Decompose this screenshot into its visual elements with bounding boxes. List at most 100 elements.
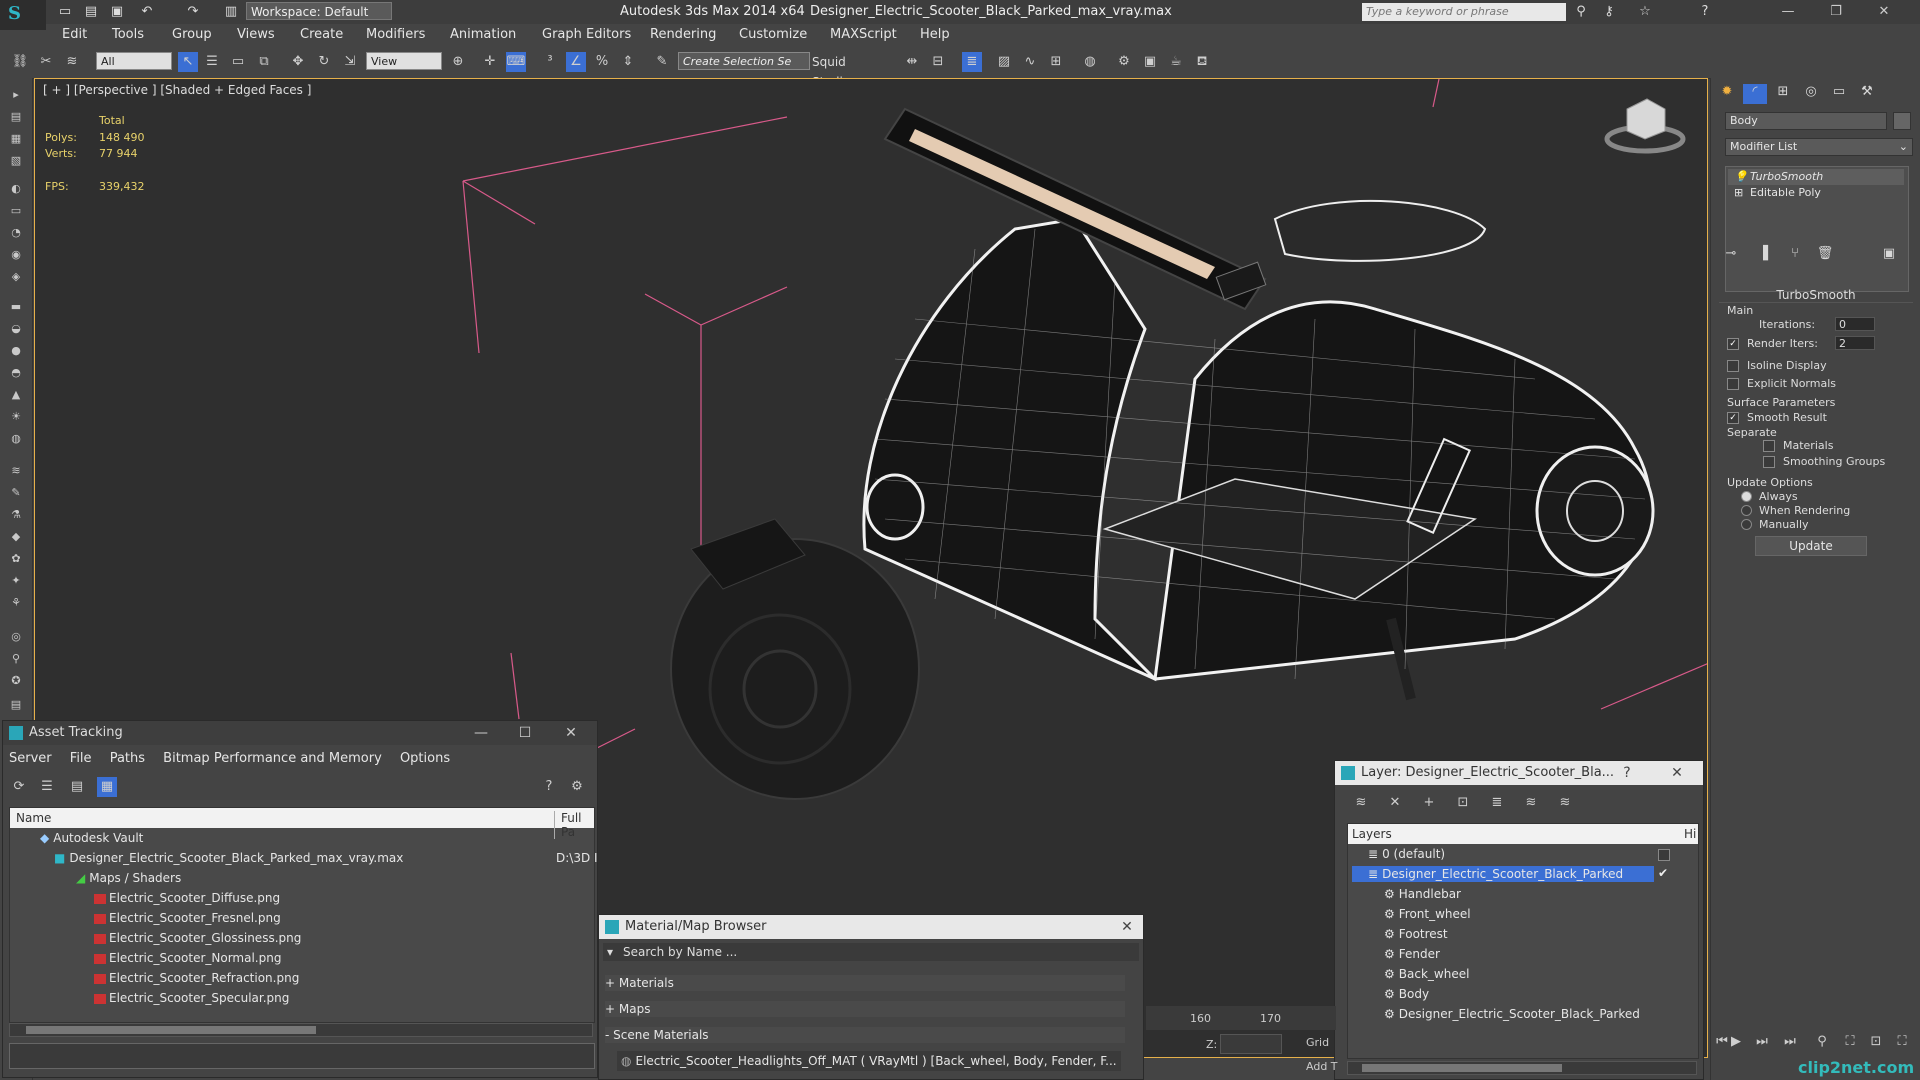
layer-object-row[interactable]: ⚙ Footrest xyxy=(1384,926,1448,942)
strip-icon-4[interactable]: ▧ xyxy=(8,154,24,168)
layer-new-icon[interactable]: ≋ xyxy=(1351,793,1371,813)
layer-row-scooter[interactable]: ≣ Designer_Electric_Scooter_Black_Parked xyxy=(1352,866,1654,882)
strip-icon-15[interactable]: ☀ xyxy=(8,410,24,424)
layer-help-button[interactable]: ? xyxy=(1615,761,1639,785)
asset-path-field[interactable] xyxy=(9,1043,595,1069)
at-menu-server[interactable]: Server xyxy=(9,751,52,766)
render-production-icon[interactable]: ☕ xyxy=(1166,52,1186,72)
modifier-list-dropdown[interactable]: Modifier List ⌄ xyxy=(1725,138,1913,156)
asset-list-hscrollbar[interactable] xyxy=(9,1023,593,1037)
layer-object-row[interactable]: ⚙ Fender xyxy=(1384,946,1440,962)
configure-sets-icon[interactable]: ▣ xyxy=(1877,246,1901,266)
strip-icon-22[interactable]: ✦ xyxy=(8,574,24,588)
binoculars-icon[interactable]: ⚲ xyxy=(1572,3,1590,21)
angle-snap-icon[interactable]: ∠ xyxy=(566,52,586,72)
render-iters-spinner[interactable]: 2 xyxy=(1835,336,1875,350)
col-path-header[interactable]: Full Pa xyxy=(554,811,594,839)
material-search-input[interactable]: ▾ Search by Name ... xyxy=(603,943,1139,961)
modifier-stack[interactable]: 💡 TurboSmooth ⊞ Editable Poly xyxy=(1725,166,1909,292)
selection-filter-dropdown[interactable]: All xyxy=(96,52,172,70)
menu-tools[interactable]: Tools xyxy=(112,27,144,42)
create-tab-icon[interactable]: ✹ xyxy=(1715,84,1739,104)
undo-icon[interactable]: ↶ xyxy=(138,3,156,21)
app-menu-button[interactable]: S xyxy=(0,0,46,30)
scroll-thumb[interactable] xyxy=(26,1026,316,1034)
curve-editor-icon[interactable]: ∿ xyxy=(1020,52,1040,72)
options-triangle-icon[interactable]: ▾ xyxy=(607,943,613,961)
link-icon[interactable]: ⛓ xyxy=(10,52,30,72)
at-menu-bitmap[interactable]: Bitmap Performance and Memory xyxy=(163,751,382,766)
edit-named-sets-icon[interactable]: ✎ xyxy=(652,52,672,72)
percent-snap-icon[interactable]: % xyxy=(592,52,612,72)
layer-object-row[interactable]: ⚙ Body xyxy=(1384,986,1429,1002)
dialog-minimize-button[interactable]: — xyxy=(469,721,493,745)
ref-coord-dropdown[interactable]: View xyxy=(366,52,442,70)
table-view-icon[interactable]: ▦ xyxy=(97,777,117,797)
field-of-view-icon[interactable]: ⊡ xyxy=(1866,1032,1886,1052)
strip-icon-17[interactable]: ≋ xyxy=(8,464,24,478)
strip-icon-6[interactable]: ▭ xyxy=(8,204,24,218)
keyboard-shortcut-icon[interactable]: ⌨ xyxy=(506,52,526,72)
layer-dialog-titlebar[interactable]: Layer: Designer_Electric_Scooter_Bla... … xyxy=(1335,761,1703,785)
key-icon[interactable]: ⚷ xyxy=(1600,3,1618,21)
group-materials[interactable]: + Materials xyxy=(605,975,1125,991)
list-view-icon[interactable]: ☰ xyxy=(37,777,57,797)
named-selection-set-dropdown[interactable]: Create Selection Se xyxy=(678,52,810,70)
strip-icon-1[interactable]: ▸ xyxy=(8,88,24,102)
strip-icon-8[interactable]: ◉ xyxy=(8,248,24,262)
object-color-swatch[interactable] xyxy=(1893,112,1911,130)
dialog-close-button[interactable]: ✕ xyxy=(559,721,583,745)
zoom-icon[interactable]: ⚲ xyxy=(1812,1032,1832,1052)
group-maps[interactable]: + Maps xyxy=(605,1001,1125,1017)
strip-icon-18[interactable]: ✎ xyxy=(8,486,24,500)
map-row[interactable]: Electric_Scooter_Normal.png xyxy=(94,950,281,966)
scene-material-item[interactable]: ◍ Electric_Scooter_Headlights_Off_MAT ( V… xyxy=(617,1051,1121,1071)
lightbulb-icon[interactable]: 💡 xyxy=(1734,169,1748,185)
layer-hide-all-icon[interactable]: ≋ xyxy=(1521,793,1541,813)
tree-row-maxfile[interactable]: ■ Designer_Electric_Scooter_Black_Parked_… xyxy=(54,850,403,866)
motion-tab-icon[interactable]: ◎ xyxy=(1799,84,1823,104)
at-menu-options[interactable]: Options xyxy=(400,751,450,766)
group-scene-materials[interactable]: - Scene Materials xyxy=(605,1027,1125,1043)
menu-views[interactable]: Views xyxy=(237,27,275,42)
material-browser-close-button[interactable]: ✕ xyxy=(1115,915,1139,939)
menu-animation[interactable]: Animation xyxy=(450,27,516,42)
layer-explorer-icon[interactable]: ≣ xyxy=(962,52,982,72)
strip-icon-7[interactable]: ◔ xyxy=(8,226,24,240)
menu-edit[interactable]: Edit xyxy=(62,27,87,42)
strip-icon-10[interactable]: ▬ xyxy=(8,300,24,314)
at-menu-paths[interactable]: Paths xyxy=(110,751,145,766)
strip-icon-14[interactable]: ▲ xyxy=(8,388,24,402)
tree-row-maps[interactable]: ◢ Maps / Shaders xyxy=(76,870,181,886)
layer-select-icon[interactable]: ⊡ xyxy=(1453,793,1473,813)
close-button[interactable]: ✕ xyxy=(1866,2,1902,22)
z-coord-field[interactable] xyxy=(1220,1034,1282,1054)
snaps-toggle-icon[interactable]: ³ xyxy=(540,52,560,72)
rotate-icon[interactable]: ↻ xyxy=(314,52,334,72)
iterations-spinner[interactable]: 0 xyxy=(1835,317,1875,331)
menu-group[interactable]: Group xyxy=(172,27,212,42)
display-tab-icon[interactable]: ▭ xyxy=(1827,84,1851,104)
select-manipulate-icon[interactable]: ✛ xyxy=(480,52,500,72)
render-iterative-icon[interactable]: ⛾ xyxy=(1192,52,1212,72)
pin-stack-icon[interactable]: ⊸ xyxy=(1719,246,1743,266)
stack-item-turbosmooth[interactable]: 💡 TurboSmooth xyxy=(1728,169,1904,185)
dialog-maximize-button[interactable]: ☐ xyxy=(513,721,537,745)
help-icon[interactable]: ? xyxy=(1696,3,1714,21)
select-object-icon[interactable]: ↖ xyxy=(178,52,198,72)
col-hide-header[interactable]: Hi xyxy=(1684,827,1696,841)
tree-row-vault[interactable]: ◆ Autodesk Vault xyxy=(40,830,143,846)
utilities-tab-icon[interactable]: ⚒ xyxy=(1855,84,1879,104)
help-search-input[interactable]: Type a keyword or phrase xyxy=(1362,3,1566,21)
strip-icon-12[interactable]: ● xyxy=(8,344,24,358)
pivot-icon[interactable]: ⊕ xyxy=(448,52,468,72)
strip-icon-23[interactable]: ⚘ xyxy=(8,596,24,610)
workspace-dropdown[interactable]: Workspace: Default xyxy=(246,2,392,20)
layer-hscrollbar[interactable] xyxy=(1347,1061,1697,1075)
map-row[interactable]: Electric_Scooter_Diffuse.png xyxy=(94,890,280,906)
layer-object-row[interactable]: ⚙ Handlebar xyxy=(1384,886,1461,902)
layer-object-row[interactable]: ⚙ Front_wheel xyxy=(1384,906,1471,922)
strip-icon-9[interactable]: ◈ xyxy=(8,270,24,284)
render-setup-icon[interactable]: ⚙ xyxy=(1114,52,1134,72)
render-iters-checkbox[interactable]: ✓ xyxy=(1727,338,1739,350)
